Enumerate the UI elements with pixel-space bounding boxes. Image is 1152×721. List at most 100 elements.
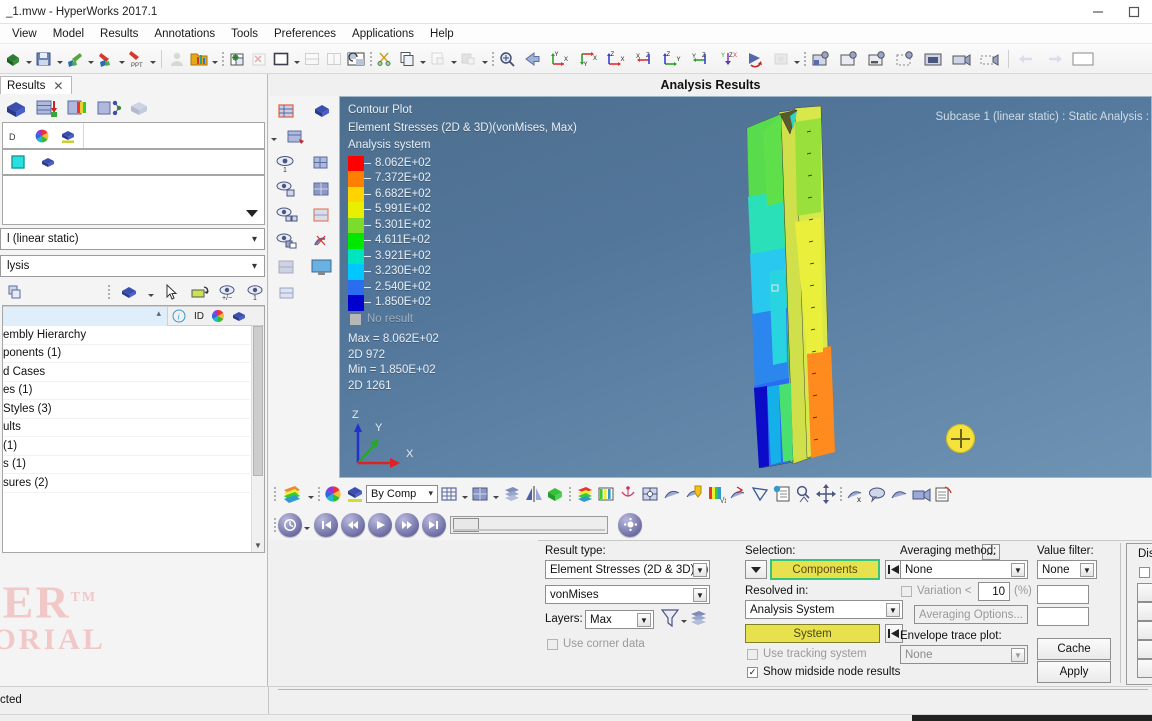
- capture-save-icon[interactable]: [808, 47, 836, 71]
- last-frame-button[interactable]: [422, 512, 446, 537]
- info-icon[interactable]: i: [168, 307, 190, 326]
- layers-select[interactable]: Max ▼: [585, 610, 654, 629]
- create-iso-icon[interactable]: [64, 96, 92, 121]
- variation-row[interactable]: Variation <: [901, 585, 971, 597]
- mesh-feature-icon[interactable]: [278, 124, 313, 150]
- create-contour-icon[interactable]: [2, 96, 30, 121]
- list-item[interactable]: d Cases: [3, 363, 250, 382]
- select-cursor-icon[interactable]: [161, 282, 183, 302]
- view-zx-icon[interactable]: ZX: [602, 47, 630, 71]
- menu-item-annotations[interactable]: Annotations: [146, 26, 223, 42]
- value-filter-select[interactable]: None ▼: [1037, 560, 1097, 579]
- paste-special-icon[interactable]: [458, 47, 480, 71]
- isolate-icon[interactable]: [189, 282, 211, 302]
- show-hide-icon[interactable]: +/−: [217, 282, 239, 302]
- mesh-cube-icon[interactable]: [438, 482, 460, 506]
- layers-stack-icon[interactable]: [688, 608, 708, 631]
- report-table-icon[interactable]: [932, 482, 954, 506]
- notes-icon[interactable]: [771, 482, 793, 506]
- previous-view-icon[interactable]: [518, 47, 546, 71]
- layers-filter-icon[interactable]: [660, 607, 680, 632]
- chevron-down-icon[interactable]: [491, 482, 500, 506]
- legend-style-icon[interactable]: [57, 126, 79, 146]
- create-plot-style-button[interactable]: Create Plot Style...: [1137, 602, 1152, 621]
- mesh-transparent-icon[interactable]: [304, 202, 339, 228]
- list-item[interactable]: ponents (1): [3, 345, 250, 363]
- deform-shape-icon[interactable]: [727, 482, 749, 506]
- section-cut-icon[interactable]: [304, 228, 339, 254]
- value-filter-field-1[interactable]: [1037, 585, 1089, 604]
- close-icon[interactable]: ✕: [53, 79, 63, 93]
- browser-copy-icon[interactable]: [4, 282, 26, 302]
- legend-bars-icon[interactable]: [595, 482, 617, 506]
- view-zy-icon[interactable]: ZY: [658, 47, 686, 71]
- save-session-icon[interactable]: [33, 47, 55, 71]
- view-settings-icon[interactable]: [770, 47, 792, 71]
- cache-button[interactable]: Cache: [1037, 638, 1111, 660]
- chevron-down-icon[interactable]: [449, 47, 458, 71]
- animation-slider[interactable]: [450, 515, 608, 534]
- minimize-icon[interactable]: [1080, 0, 1116, 24]
- overlay-result-display-checkbox[interactable]: [1139, 566, 1150, 578]
- chevron-down-icon[interactable]: [306, 482, 315, 506]
- chevron-down-icon[interactable]: [679, 606, 688, 630]
- chevron-down-icon[interactable]: [148, 47, 157, 71]
- id-icon[interactable]: D: [5, 126, 27, 146]
- use-corner-data-checkbox[interactable]: [547, 638, 558, 650]
- paste-icon[interactable]: [427, 47, 449, 71]
- projection-rule-button[interactable]: Projection Rule...: [1137, 640, 1152, 659]
- zoom-fit-icon[interactable]: [496, 47, 518, 71]
- use-tracking-system-checkbox[interactable]: [747, 648, 758, 660]
- menu-item-model[interactable]: Model: [45, 26, 92, 42]
- clear-contour-button[interactable]: Clear Contour: [1137, 583, 1152, 602]
- animation-slider-track[interactable]: [453, 528, 605, 531]
- result-color-swatch[interactable]: [7, 152, 29, 172]
- tree-column-id[interactable]: ID: [190, 307, 208, 326]
- result-type-select[interactable]: Element Stresses (2D & 3D) (t) ▼: [545, 560, 710, 579]
- show-all-icon[interactable]: 1: [245, 282, 267, 302]
- add-page-icon[interactable]: [226, 47, 248, 71]
- use-corner-data-row[interactable]: Use corner data: [547, 638, 645, 650]
- rewind-button[interactable]: [341, 512, 365, 537]
- selection-dropdown-button[interactable]: [745, 560, 767, 579]
- mesh-outline-icon[interactable]: [269, 280, 304, 306]
- animation-settings-button[interactable]: [618, 512, 642, 537]
- maximize-icon[interactable]: [1116, 0, 1152, 24]
- annotation-icon[interactable]: [866, 482, 888, 506]
- by-comp-select[interactable]: By Comp ▾: [366, 484, 438, 503]
- tab-display[interactable]: Display: [1131, 546, 1152, 561]
- tab-results[interactable]: Results ✕: [0, 76, 73, 94]
- show-midside-node-results-checkbox[interactable]: ✓: [747, 666, 758, 678]
- menu-item-results[interactable]: Results: [92, 26, 146, 42]
- stack-layers-icon[interactable]: [500, 482, 522, 506]
- list-item[interactable]: s (1): [3, 456, 250, 474]
- mesh-solid-icon[interactable]: [304, 176, 339, 202]
- list-item[interactable]: ults: [3, 419, 250, 437]
- show-by-pick-icon[interactable]: [269, 176, 304, 202]
- mesh-lines-icon[interactable]: [269, 98, 304, 124]
- user-profile-icon[interactable]: [166, 47, 188, 71]
- import-icon[interactable]: [64, 47, 86, 71]
- list-item[interactable]: es (1): [3, 382, 250, 400]
- record-video-icon[interactable]: [948, 47, 976, 71]
- solid-cube-icon[interactable]: [469, 482, 491, 506]
- list-item[interactable]: Styles (3): [3, 400, 250, 419]
- chevron-down-icon[interactable]: [146, 280, 155, 304]
- export-ppt-icon[interactable]: PPT: [126, 47, 148, 71]
- capture-custom-icon[interactable]: [892, 47, 920, 71]
- rotate-view-icon[interactable]: [742, 47, 770, 71]
- apply-load-icon[interactable]: [683, 482, 705, 506]
- delete-page-icon[interactable]: [248, 47, 270, 71]
- variation-value-input[interactable]: 10: [978, 582, 1010, 601]
- menu-item-applications[interactable]: Applications: [344, 26, 422, 42]
- result-shape-icon[interactable]: [37, 152, 59, 172]
- chevron-down-icon[interactable]: [480, 47, 489, 71]
- chevron-down-icon[interactable]: [55, 47, 64, 71]
- chevron-down-icon[interactable]: [460, 482, 469, 506]
- record-video-region-icon[interactable]: [976, 47, 1004, 71]
- view-iso-icon[interactable]: ZYX: [714, 47, 742, 71]
- page-layout-icon[interactable]: [270, 47, 292, 71]
- vector-plot-icon[interactable]: [617, 482, 639, 506]
- menu-item-tools[interactable]: Tools: [223, 26, 266, 42]
- measure-distance-icon[interactable]: [815, 482, 837, 506]
